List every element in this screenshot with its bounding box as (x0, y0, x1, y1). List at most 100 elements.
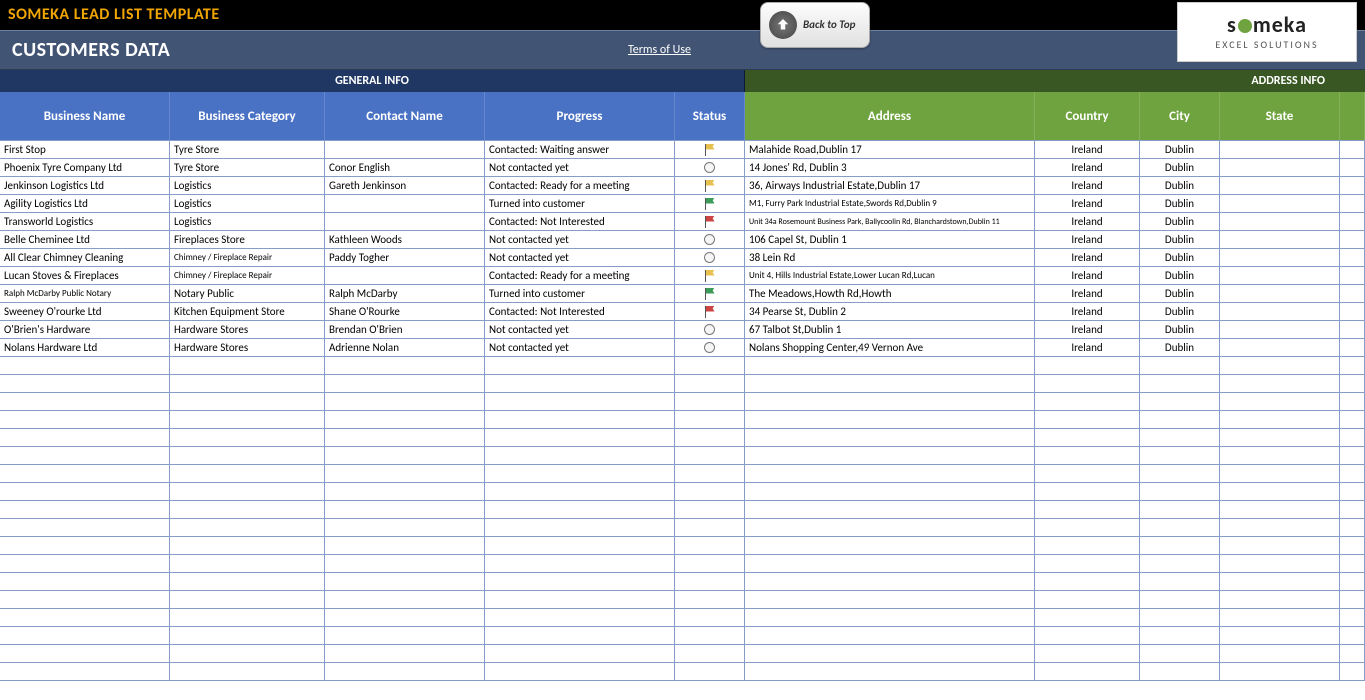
cell-country[interactable] (1035, 393, 1140, 411)
cell-city[interactable]: Dublin (1140, 321, 1220, 339)
cell-address[interactable]: 106 Capel St, Dublin 1 (745, 231, 1035, 249)
cell-address[interactable] (745, 393, 1035, 411)
cell-name[interactable] (0, 393, 170, 411)
table-row[interactable]: First StopTyre StoreContacted: Waiting a… (0, 141, 1365, 159)
cell-address[interactable] (745, 627, 1035, 645)
cell-country[interactable] (1035, 429, 1140, 447)
cell-status[interactable] (675, 465, 745, 483)
cell-status[interactable] (675, 501, 745, 519)
cell-name[interactable]: Sweeney O'rourke Ltd (0, 303, 170, 321)
table-row[interactable] (0, 447, 1365, 465)
cell-city[interactable]: Dublin (1140, 339, 1220, 357)
cell-progress[interactable] (485, 663, 675, 681)
cell-address[interactable] (745, 573, 1035, 591)
cell-category[interactable] (170, 519, 325, 537)
cell-name[interactable] (0, 573, 170, 591)
cell-country[interactable] (1035, 483, 1140, 501)
cell-name[interactable] (0, 663, 170, 681)
cell-contact[interactable]: Kathleen Woods (325, 231, 485, 249)
table-row[interactable] (0, 573, 1365, 591)
cell-category[interactable] (170, 627, 325, 645)
cell-city[interactable] (1140, 519, 1220, 537)
cell-progress[interactable] (485, 375, 675, 393)
cell-state[interactable] (1220, 411, 1340, 429)
cell-state[interactable] (1220, 537, 1340, 555)
cell-contact[interactable] (325, 663, 485, 681)
cell-name[interactable] (0, 447, 170, 465)
table-row[interactable] (0, 627, 1365, 645)
cell-address[interactable] (745, 519, 1035, 537)
cell-contact[interactable] (325, 141, 485, 159)
cell-city[interactable] (1140, 645, 1220, 663)
col-progress[interactable]: Progress (485, 92, 675, 140)
cell-name[interactable]: First Stop (0, 141, 170, 159)
cell-city[interactable] (1140, 393, 1220, 411)
table-row[interactable]: Transworld LogisticsLogisticsContacted: … (0, 213, 1365, 231)
cell-address[interactable]: Unit 34a Rosemount Business Park, Ballyc… (745, 213, 1035, 231)
cell-contact[interactable] (325, 609, 485, 627)
table-row[interactable] (0, 465, 1365, 483)
cell-status[interactable] (675, 285, 745, 303)
table-row[interactable]: O'Brien's HardwareHardware StoresBrendan… (0, 321, 1365, 339)
cell-country[interactable] (1035, 375, 1140, 393)
cell-name[interactable]: O'Brien's Hardware (0, 321, 170, 339)
cell-status[interactable] (675, 177, 745, 195)
cell-status[interactable] (675, 483, 745, 501)
cell-country[interactable]: Ireland (1035, 177, 1140, 195)
cell-progress[interactable] (485, 591, 675, 609)
cell-city[interactable] (1140, 591, 1220, 609)
cell-progress[interactable] (485, 465, 675, 483)
cell-progress[interactable]: Turned into customer (485, 285, 675, 303)
cell-name[interactable] (0, 519, 170, 537)
cell-contact[interactable]: Ralph McDarby (325, 285, 485, 303)
cell-country[interactable]: Ireland (1035, 321, 1140, 339)
cell-status[interactable] (675, 555, 745, 573)
cell-country[interactable]: Ireland (1035, 213, 1140, 231)
cell-progress[interactable]: Contacted: Ready for a meeting (485, 267, 675, 285)
cell-city[interactable]: Dublin (1140, 195, 1220, 213)
cell-address[interactable] (745, 591, 1035, 609)
cell-state[interactable] (1220, 177, 1340, 195)
cell-category[interactable]: Logistics (170, 213, 325, 231)
cell-name[interactable] (0, 375, 170, 393)
cell-progress[interactable]: Contacted: Waiting answer (485, 141, 675, 159)
cell-name[interactable] (0, 483, 170, 501)
cell-city[interactable] (1140, 357, 1220, 375)
cell-status[interactable] (675, 591, 745, 609)
cell-category[interactable] (170, 609, 325, 627)
cell-state[interactable] (1220, 141, 1340, 159)
cell-address[interactable]: 38 Lein Rd (745, 249, 1035, 267)
cell-country[interactable] (1035, 537, 1140, 555)
cell-city[interactable] (1140, 483, 1220, 501)
cell-address[interactable] (745, 555, 1035, 573)
cell-city[interactable]: Dublin (1140, 267, 1220, 285)
table-row[interactable] (0, 429, 1365, 447)
cell-contact[interactable]: Conor English (325, 159, 485, 177)
cell-name[interactable] (0, 609, 170, 627)
cell-city[interactable]: Dublin (1140, 249, 1220, 267)
cell-status[interactable] (675, 231, 745, 249)
cell-status[interactable] (675, 537, 745, 555)
cell-city[interactable] (1140, 375, 1220, 393)
cell-address[interactable]: Unit 4, Hills Industrial Estate,Lower Lu… (745, 267, 1035, 285)
table-row[interactable]: Sweeney O'rourke LtdKitchen Equipment St… (0, 303, 1365, 321)
cell-contact[interactable]: Brendan O'Brien (325, 321, 485, 339)
cell-address[interactable] (745, 663, 1035, 681)
cell-city[interactable] (1140, 555, 1220, 573)
cell-status[interactable] (675, 141, 745, 159)
cell-progress[interactable]: Contacted: Not Interested (485, 213, 675, 231)
cell-category[interactable] (170, 555, 325, 573)
cell-city[interactable] (1140, 429, 1220, 447)
cell-status[interactable] (675, 159, 745, 177)
cell-category[interactable] (170, 357, 325, 375)
cell-country[interactable]: Ireland (1035, 231, 1140, 249)
cell-country[interactable] (1035, 573, 1140, 591)
cell-city[interactable] (1140, 501, 1220, 519)
cell-progress[interactable] (485, 483, 675, 501)
cell-contact[interactable] (325, 519, 485, 537)
cell-city[interactable]: Dublin (1140, 303, 1220, 321)
table-row[interactable] (0, 555, 1365, 573)
cell-name[interactable] (0, 465, 170, 483)
cell-contact[interactable] (325, 267, 485, 285)
cell-state[interactable] (1220, 393, 1340, 411)
